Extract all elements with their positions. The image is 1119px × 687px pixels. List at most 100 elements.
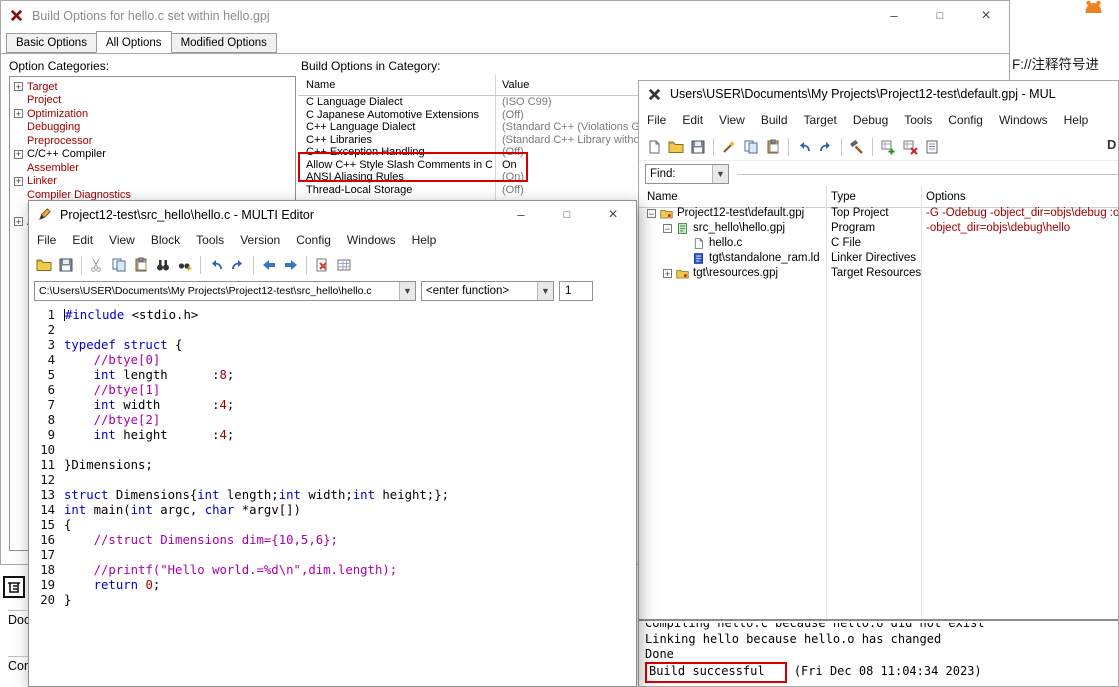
code-line[interactable]: 19 return 0; [29,578,636,593]
code-line[interactable]: 4 //btye[0] [29,353,636,368]
menu-help[interactable]: Help [404,233,445,247]
code-line[interactable]: 14int main(int argc, char *argv[]) [29,503,636,518]
editor-titlebar[interactable]: Project12-test\src_hello\hello.c - MULTI… [29,201,636,228]
column-header-name[interactable]: Name [647,191,678,203]
menu-view[interactable]: View [711,113,753,127]
code-line[interactable]: 20} [29,593,636,608]
code-line[interactable]: 11}Dimensions; [29,458,636,473]
chevron-down-icon[interactable]: ▼ [399,282,415,300]
code-editor[interactable]: 1#include <stdio.h>23typedef struct {4 /… [29,305,636,686]
code-line[interactable]: 17 [29,548,636,563]
function-combobox[interactable]: <enter function> ▼ [421,281,554,301]
menu-target[interactable]: Target [796,113,845,127]
grid-icon[interactable] [334,255,354,275]
menu-version[interactable]: Version [232,233,288,247]
line-number-box[interactable]: 1 [559,281,593,301]
code-line[interactable]: 9 int height :4; [29,428,636,443]
expand-icon[interactable]: − [647,209,656,218]
menu-view[interactable]: View [101,233,143,247]
find-next-icon[interactable] [175,255,195,275]
menu-tools[interactable]: Tools [188,233,232,247]
category-item[interactable]: +C/C++ Compiler [10,148,295,162]
menu-block[interactable]: Block [143,233,188,247]
build-hammer-icon[interactable] [847,137,867,157]
code-line[interactable]: 1#include <stdio.h> [29,308,636,323]
find-icon[interactable] [153,255,173,275]
code-line[interactable]: 12 [29,473,636,488]
maximize-button[interactable] [544,201,590,228]
ime-indicator-icon[interactable] [3,576,25,598]
back-icon[interactable] [259,255,279,275]
undo-icon[interactable] [206,255,226,275]
add-files-icon[interactable] [878,137,898,157]
code-line[interactable]: 18 //printf("Hello world.=%d\n",dim.leng… [29,563,636,578]
file-list-icon[interactable] [922,137,942,157]
code-line[interactable]: 16 //struct Dimensions dim={10,5,6}; [29,533,636,548]
expand-icon[interactable]: + [14,82,23,91]
menu-windows[interactable]: Windows [339,233,404,247]
menu-debug[interactable]: Debug [845,113,896,127]
copy-icon[interactable] [109,255,129,275]
tab-all-options[interactable]: All Options [96,31,172,53]
redo-icon[interactable] [816,137,836,157]
close-button[interactable] [963,1,1009,30]
menu-edit[interactable]: Edit [64,233,101,247]
paste-icon[interactable] [763,137,783,157]
project-tree-row[interactable]: hello.cC File [639,236,1118,251]
paste-icon[interactable] [131,255,151,275]
expand-icon[interactable]: + [14,217,23,226]
project-titlebar[interactable]: Users\USER\Documents\My Projects\Project… [639,81,1118,107]
category-item[interactable]: +Linker [10,175,295,189]
code-line[interactable]: 6 //btye[1] [29,383,636,398]
minimize-button[interactable] [498,201,544,228]
category-item[interactable]: +Target [10,80,295,94]
open-folder-icon[interactable] [666,137,686,157]
category-item[interactable]: +Optimization [10,107,295,121]
new-file-icon[interactable] [644,137,664,157]
menu-config[interactable]: Config [940,113,991,127]
project-tree-row[interactable]: tgt\standalone_ram.ldLinker Directives [639,251,1118,266]
maximize-button[interactable] [917,1,963,30]
menu-file[interactable]: File [29,233,64,247]
cut-icon[interactable] [87,255,107,275]
save-icon[interactable] [688,137,708,157]
code-line[interactable]: 7 int width :4; [29,398,636,413]
category-item[interactable]: Project [10,94,295,108]
build-output-pane[interactable]: Compiling hello.c because hello.o did no… [639,621,1118,686]
menu-build[interactable]: Build [753,113,796,127]
file-path-combobox[interactable]: C:\Users\USER\Documents\My Projects\Proj… [34,281,416,301]
tab-modified-options[interactable]: Modified Options [171,33,277,53]
category-item[interactable]: Assembler [10,161,295,175]
code-line[interactable]: 10 [29,443,636,458]
menu-help[interactable]: Help [1056,113,1097,127]
menu-config[interactable]: Config [288,233,339,247]
expand-icon[interactable]: − [663,224,672,233]
expand-icon[interactable]: + [14,109,23,118]
save-icon[interactable] [56,255,76,275]
close-button[interactable] [590,201,636,228]
dialog-titlebar[interactable]: Build Options for hello.c set within hel… [1,1,1009,30]
menu-edit[interactable]: Edit [674,113,711,127]
expand-icon[interactable]: + [663,269,672,278]
project-tree-row[interactable]: +tgt\resources.gpjTarget Resources [639,266,1118,281]
code-line[interactable]: 2 [29,323,636,338]
project-tree-row[interactable]: −src_hello\hello.gpjProgram-object_dir=o… [639,221,1118,236]
expand-icon[interactable]: + [14,150,23,159]
remove-files-icon[interactable] [900,137,920,157]
find-combobox[interactable]: Find: ▼ [645,164,729,184]
menu-windows[interactable]: Windows [991,113,1056,127]
chevron-down-icon[interactable]: ▼ [537,282,553,300]
tab-basic-options[interactable]: Basic Options [6,33,97,53]
code-line[interactable]: 3typedef struct { [29,338,636,353]
forward-icon[interactable] [281,255,301,275]
code-line[interactable]: 13struct Dimensions{int length;int width… [29,488,636,503]
copy-icon[interactable] [741,137,761,157]
column-header-options[interactable]: Options [926,191,966,203]
expand-icon[interactable]: + [14,177,23,186]
undo-icon[interactable] [794,137,814,157]
minimize-button[interactable] [871,1,917,30]
project-tree-row[interactable]: −Project12-test\default.gpjTop Project-G… [639,206,1118,221]
wand-icon[interactable] [719,137,739,157]
close-doc-icon[interactable] [312,255,332,275]
menu-file[interactable]: File [639,113,674,127]
